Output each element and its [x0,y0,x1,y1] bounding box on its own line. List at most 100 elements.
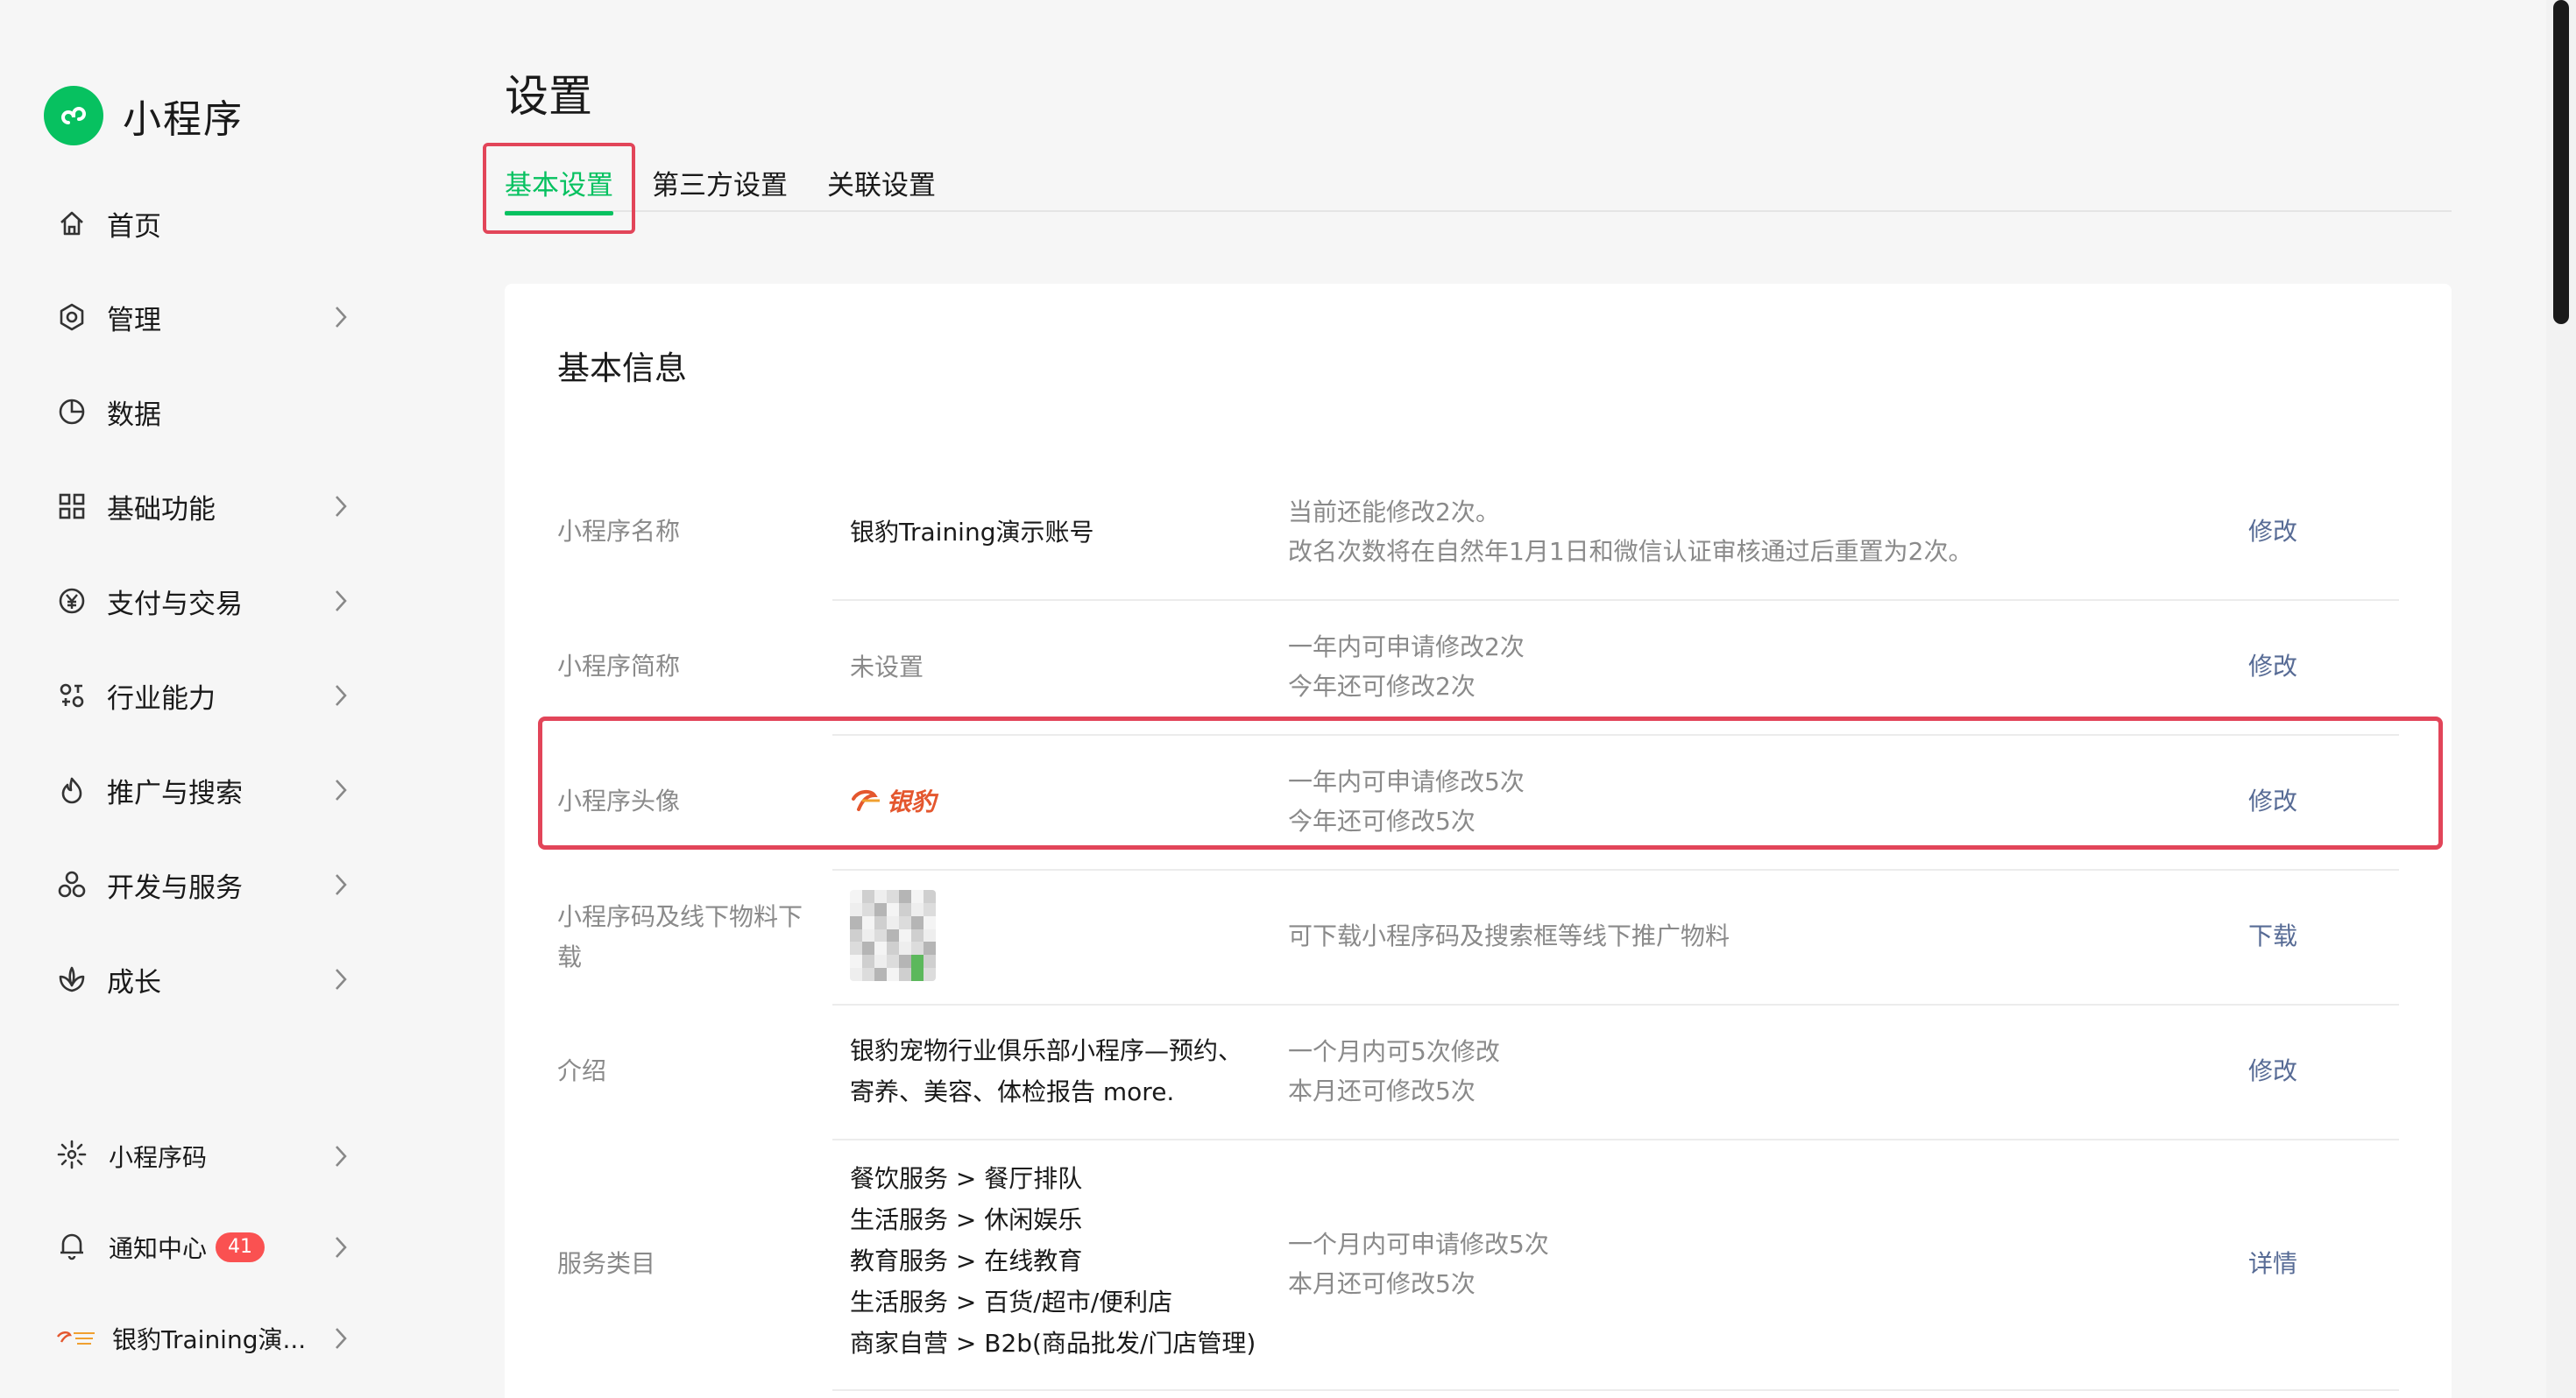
chevron-right-icon [328,965,354,993]
sidebar-item-label: 推广与搜索 [107,777,243,809]
desc-line: 一个月内可申请修改5次 [1288,1230,1549,1259]
edit-avatar-link[interactable]: 修改 [2248,781,2297,822]
row-value: 银豹Training演示账号 [850,518,1094,547]
sidebar-item-manage[interactable]: 管理 [56,291,354,343]
qrcode-pixel [874,890,887,903]
tab-label: 基本设置 [505,170,613,201]
edit-name-link[interactable]: 修改 [2248,512,2297,552]
desc-line: 本月还可修改5次 [1288,1269,1476,1298]
sidebar-item-data[interactable]: 数据 [56,385,354,438]
sidebar-item-label: 首页 [107,210,161,243]
account-name: 银豹Training演... [112,1325,307,1354]
sidebar-item-basic-functions[interactable]: 基础功能 [56,480,354,533]
sidebar-item-development[interactable]: 开发与服务 [56,858,354,911]
qrcode-pixel [911,968,924,981]
row-label: 小程序名称 [557,517,681,546]
scrollbar[interactable] [2546,0,2576,1398]
desc-line: 本月还可修改5次 [1288,1077,1476,1105]
category-line: 教育服务 > 在线教育 [850,1246,1083,1275]
sidebar-item-label: 支付与交易 [107,588,243,620]
qrcode-pixel [874,902,887,916]
desc-line: 一年内可申请修改5次 [1288,767,1525,796]
desc-line: 改名次数将在自然年1月1日和微信认证审核通过后重置为2次。 [1288,537,1973,566]
row-value: 餐饮服务 > 餐厅排队 生活服务 > 休闲娱乐 教育服务 > 在线教育 生活服务… [850,1158,1256,1364]
edit-short-name-link[interactable]: 修改 [2248,646,2297,687]
qrcode-pixel [924,942,936,956]
flame-icon [56,774,88,806]
row-label: 介绍 [557,1056,607,1085]
row-desc: 一年内可申请修改2次 今年还可修改2次 [1288,627,1525,706]
qrcode-pixel [887,928,899,943]
value-line: 银豹宠物行业俱乐部小程序—预约、 [850,1036,1243,1065]
lotus-icon [56,964,88,995]
qrcode-pixel [924,915,936,929]
sidebar-item-payment[interactable]: 支付与交易 [56,575,354,627]
qrcode-pixel [887,955,899,969]
category-details-link[interactable]: 详情 [2248,1244,2297,1284]
qrcode-image [850,890,936,981]
qrcode-pixel [862,890,874,903]
qrcode-pixel [924,955,936,969]
qrcode-pixel [924,968,936,981]
sidebar: 小程序 首页 管理 数据 基础功能 支付与交易 行业能力 推广与搜索 开发与服务 [0,0,414,1398]
tab-association-settings[interactable]: 关联设置 [827,163,936,212]
edit-intro-link[interactable]: 修改 [2248,1051,2297,1091]
home-icon [56,208,88,239]
active-tab-indicator [505,211,613,215]
qrcode-pixel [874,915,887,929]
qrcode-pixel [924,928,936,943]
row-desc: 一年内可申请修改5次 今年还可修改5次 [1288,762,1525,841]
qrcode-pixel [850,955,862,969]
row-desc: 一个月内可申请修改5次 本月还可修改5次 [1288,1225,1549,1303]
qrcode-pixel [887,968,899,981]
qrcode-pixel [911,942,924,956]
qrcode-scan-icon [56,1139,88,1174]
sidebar-item-industry[interactable]: 行业能力 [56,669,354,722]
qrcode-pixel [899,902,911,916]
qrcode-pixel [862,968,874,981]
qrcode-pixel [899,942,911,956]
qrcode-pixel [887,942,899,956]
page-title: 设置 [505,71,592,122]
qrcode-pixel [850,942,862,956]
tab-basic-settings[interactable]: 基本设置 [505,163,613,215]
divider [832,1389,2399,1391]
qrcode-pixel [924,902,936,916]
notification-badge: 41 [216,1232,265,1262]
industry-icon [56,680,88,711]
qrcode-pixel [899,915,911,929]
qrcode-pixel [850,928,862,943]
sidebar-item-home[interactable]: 首页 [56,197,354,250]
sidebar-qrcode[interactable]: 小程序码 [56,1130,354,1183]
row-label: 小程序简称 [557,652,681,681]
row-name: 小程序名称 银豹Training演示账号 当前还能修改2次。 改名次数将在自然年… [505,466,2452,601]
sidebar-item-label: 行业能力 [107,682,216,715]
desc-line: 一个月内可5次修改 [1288,1037,1500,1066]
value-line: 寄养、美容、体检报告 more. [850,1077,1175,1106]
tab-third-party-settings[interactable]: 第三方设置 [652,163,788,212]
qrcode-pixel [899,955,911,969]
sidebar-item-label: 开发与服务 [107,872,243,904]
tab-label: 第三方设置 [652,170,788,201]
sidebar-item-growth[interactable]: 成长 [56,953,354,1006]
category-line: 生活服务 > 休闲娱乐 [850,1205,1083,1234]
download-qrcode-link[interactable]: 下载 [2248,916,2297,957]
sidebar-notifications[interactable]: 通知中心 41 [56,1221,354,1274]
category-line: 餐饮服务 > 餐厅排队 [850,1164,1083,1193]
sidebar-item-promotion[interactable]: 推广与搜索 [56,764,354,816]
row-label: 小程序码及线下物料下 载 [557,897,820,978]
desc-line: 可下载小程序码及搜索框等线下推广物料 [1288,921,1730,950]
qrcode-pixel [887,890,899,903]
qrcode-pixel [899,928,911,943]
brand[interactable]: 小程序 [44,86,244,145]
row-desc: 一个月内可5次修改 本月还可修改5次 [1288,1032,1500,1111]
brand-name: 小程序 [123,97,244,142]
basic-info-card: 基本信息 小程序名称 银豹Training演示账号 当前还能修改2次。 改名次数… [505,284,2452,1398]
qrcode-pixel [911,928,924,943]
sidebar-account[interactable]: 银豹Training演... [56,1312,354,1365]
notification-label: 通知中心 [109,1234,208,1263]
chevron-right-icon [328,492,354,520]
qrcode-pixel [911,955,924,969]
scrollbar-thumb[interactable] [2553,0,2569,324]
desc-line: 今年还可修改5次 [1288,807,1476,836]
